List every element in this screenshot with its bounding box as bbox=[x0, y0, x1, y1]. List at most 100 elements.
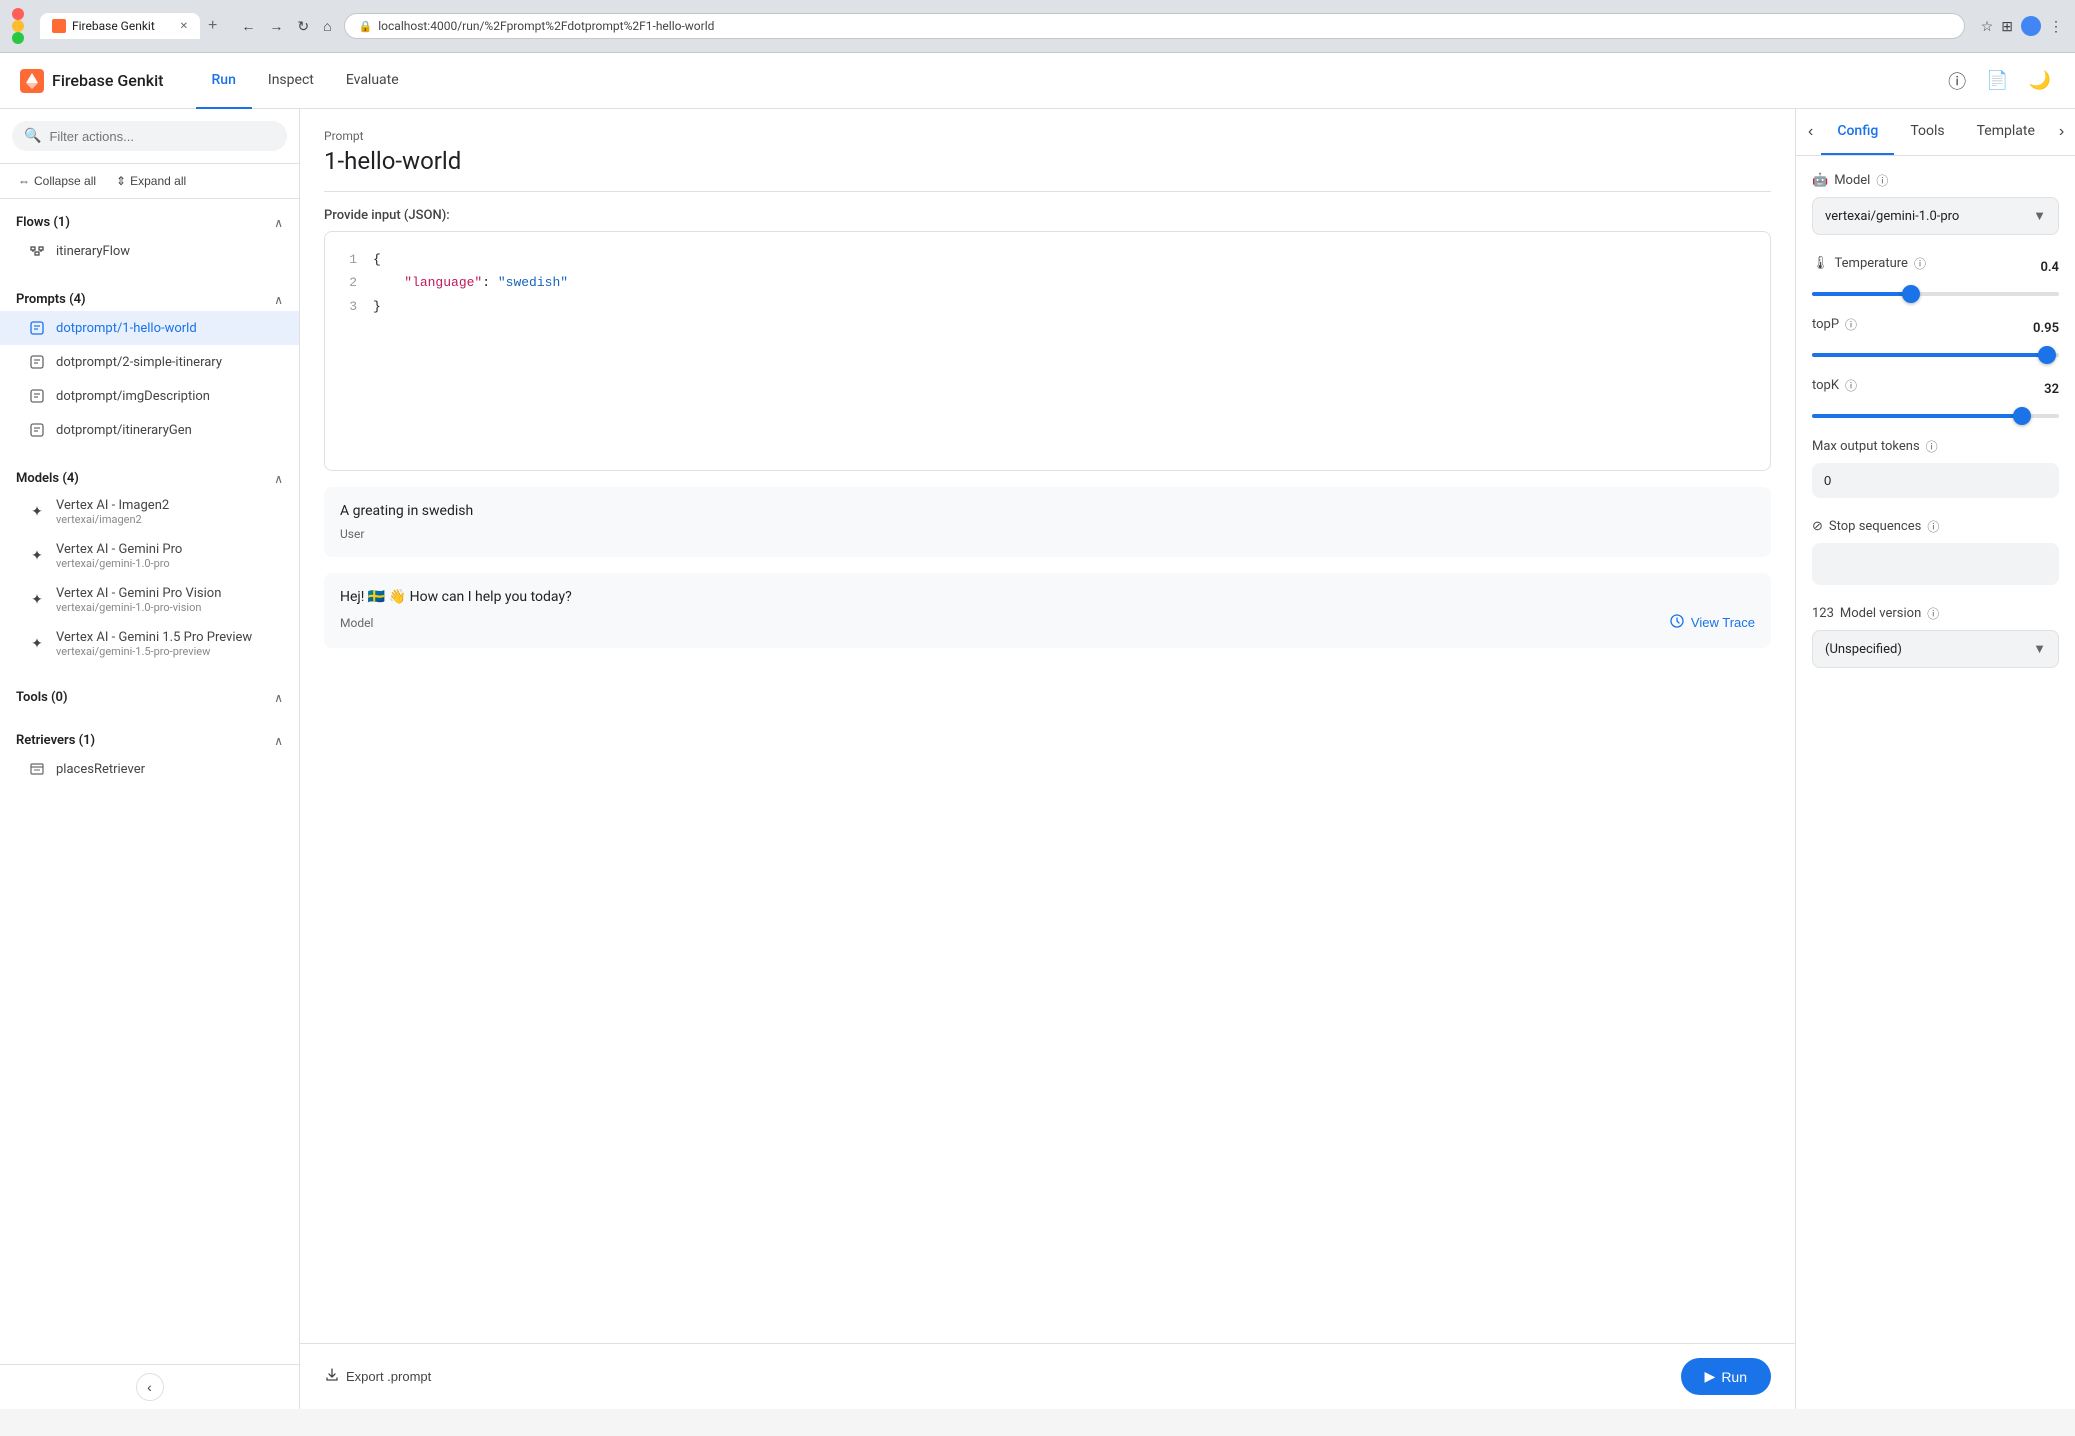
sidebar-collapse-button[interactable]: ‹ bbox=[136, 1373, 164, 1401]
max-tokens-info-icon[interactable]: ⓘ bbox=[1926, 438, 1938, 455]
models-section-header[interactable]: Models (4) ∧ bbox=[0, 463, 299, 490]
topk-info-icon[interactable]: ⓘ bbox=[1845, 377, 1857, 394]
app-header: Firebase Genkit Run Inspect Evaluate ⓘ 📄… bbox=[0, 53, 2075, 109]
sidebar-item-gemini15[interactable]: ✦ Vertex AI - Gemini 1.5 Pro Preview ver… bbox=[0, 622, 299, 666]
star-button[interactable]: ☆ bbox=[1981, 18, 1994, 35]
model-config-label: 🤖 Model ⓘ bbox=[1812, 172, 2059, 189]
sidebar-item-imagen2[interactable]: ✦ Vertex AI - Imagen2 vertexai/imagen2 bbox=[0, 490, 299, 534]
run-button[interactable]: ▶ Run bbox=[1681, 1358, 1771, 1395]
back-button[interactable]: ← bbox=[237, 14, 259, 38]
browser-tab[interactable]: Firebase Genkit ✕ bbox=[40, 13, 200, 39]
tools-section-header[interactable]: Tools (0) ∧ bbox=[0, 682, 299, 709]
topk-label: topK ⓘ bbox=[1812, 377, 1857, 394]
app: Firebase Genkit Run Inspect Evaluate ⓘ 📄… bbox=[0, 53, 2075, 1409]
search-input[interactable] bbox=[49, 129, 275, 144]
view-trace-button[interactable]: View Trace bbox=[1669, 613, 1755, 632]
sidebar-item-placesretriever[interactable]: placesRetriever bbox=[0, 752, 299, 786]
trace-icon bbox=[1669, 613, 1685, 632]
stop-seq-info-icon[interactable]: ⓘ bbox=[1927, 518, 1939, 535]
max-tokens-input[interactable] bbox=[1812, 463, 2059, 498]
stop-sequences-input[interactable] bbox=[1812, 543, 2059, 585]
topp-slider-thumb[interactable] bbox=[2038, 346, 2056, 364]
tab-template[interactable]: Template bbox=[1961, 109, 2051, 155]
model-version-select[interactable]: (Unspecified) ▼ bbox=[1812, 630, 2059, 668]
flow-icon bbox=[28, 242, 46, 260]
model-select-value: vertexai/gemini-1.0-pro bbox=[1825, 209, 1959, 224]
right-panel: ‹ Config Tools Template › 🤖 Model ⓘ vert… bbox=[1795, 109, 2075, 1409]
stop-seq-icon: ⊘ bbox=[1812, 519, 1823, 534]
model-icon-3: ✦ bbox=[28, 591, 46, 609]
url-bar[interactable]: 🔒 localhost:4000/run/%2Fprompt%2Fdotprom… bbox=[344, 13, 1965, 39]
json-editor[interactable]: 1 { 2 "language": "swedish" 3 } bbox=[324, 231, 1771, 471]
sidebar-item-imgdesc[interactable]: dotprompt/imgDescription bbox=[0, 379, 299, 413]
flows-section-header[interactable]: Flows (1) ∧ bbox=[0, 207, 299, 234]
search-wrap: 🔍 bbox=[12, 121, 287, 151]
model-name-4: Vertex AI - Gemini 1.5 Pro Preview bbox=[56, 630, 252, 645]
user-avatar[interactable] bbox=[2021, 16, 2041, 36]
topp-info-icon[interactable]: ⓘ bbox=[1845, 316, 1857, 333]
flows-chevron: ∧ bbox=[274, 216, 283, 230]
prompt-icon-3 bbox=[28, 387, 46, 405]
user-message-box: A greating in swedish User bbox=[324, 487, 1771, 557]
sidebar-item-dotprompt1[interactable]: dotprompt/1-hello-world bbox=[0, 311, 299, 345]
sidebar-item-geminipro[interactable]: ✦ Vertex AI - Gemini Pro vertexai/gemini… bbox=[0, 534, 299, 578]
sidebar-item-itinerarygen[interactable]: dotprompt/itineraryGen bbox=[0, 413, 299, 447]
theme-button[interactable]: 🌙 bbox=[2025, 66, 2055, 95]
panel-content: 🤖 Model ⓘ vertexai/gemini-1.0-pro ▼ 🌡 bbox=[1796, 156, 2075, 704]
sidebar-footer: ‹ bbox=[0, 1364, 299, 1409]
max-tokens-label: Max output tokens ⓘ bbox=[1812, 438, 2059, 455]
model-icon-4: ✦ bbox=[28, 635, 46, 653]
new-tab-button[interactable]: + bbox=[204, 17, 221, 35]
export-button[interactable]: Export .prompt bbox=[324, 1367, 431, 1386]
docs-button[interactable]: 📄 bbox=[1982, 66, 2012, 95]
view-trace-label: View Trace bbox=[1691, 615, 1755, 630]
browser-menu-button[interactable]: ⋮ bbox=[2049, 18, 2063, 35]
panel-tab-prev[interactable]: ‹ bbox=[1800, 115, 1821, 149]
model-config-row: 🤖 Model ⓘ vertexai/gemini-1.0-pro ▼ bbox=[1812, 172, 2059, 235]
tab-config[interactable]: Config bbox=[1821, 109, 1894, 155]
model-sub-3: vertexai/gemini-1.0-pro-vision bbox=[56, 601, 221, 614]
forward-button[interactable]: → bbox=[265, 14, 287, 38]
topp-label: topP ⓘ bbox=[1812, 316, 1857, 333]
flows-title: Flows (1) bbox=[16, 215, 70, 230]
json-brace-close: } bbox=[373, 295, 381, 318]
maximize-dot[interactable] bbox=[12, 32, 24, 44]
model-select[interactable]: vertexai/gemini-1.0-pro ▼ bbox=[1812, 197, 2059, 235]
sidebar-item-geminiprovision[interactable]: ✦ Vertex AI - Gemini Pro Vision vertexai… bbox=[0, 578, 299, 622]
sidebar-search: 🔍 bbox=[0, 109, 299, 164]
collapse-all-button[interactable]: ⇔ Collapse all bbox=[12, 170, 102, 192]
tab-close-icon[interactable]: ✕ bbox=[180, 21, 188, 32]
nav-inspect[interactable]: Inspect bbox=[252, 53, 330, 109]
sidebar-item-dotprompt2[interactable]: dotprompt/2-simple-itinerary bbox=[0, 345, 299, 379]
nav-run[interactable]: Run bbox=[196, 53, 252, 109]
nav-evaluate[interactable]: Evaluate bbox=[330, 53, 415, 109]
topk-slider-thumb[interactable] bbox=[2013, 407, 2031, 425]
model-info-icon[interactable]: ⓘ bbox=[1876, 172, 1888, 189]
close-dot[interactable] bbox=[12, 8, 24, 20]
expand-all-button[interactable]: ⇕ Expand all bbox=[110, 170, 192, 192]
topp-header: topP ⓘ 0.95 bbox=[1812, 316, 2059, 341]
model-version-label: 123 Model version ⓘ bbox=[1812, 605, 2059, 622]
sidebar-item-itineraryFlow[interactable]: itineraryFlow bbox=[0, 234, 299, 268]
refresh-button[interactable]: ↻ bbox=[293, 14, 313, 39]
temperature-slider-thumb[interactable] bbox=[1902, 285, 1920, 303]
tab-tools[interactable]: Tools bbox=[1894, 109, 1960, 155]
temp-info-icon[interactable]: ⓘ bbox=[1914, 255, 1926, 272]
retrievers-section-header[interactable]: Retrievers (1) ∧ bbox=[0, 725, 299, 752]
json-key-language: "language": "swedish" bbox=[373, 271, 568, 294]
panel-tab-next[interactable]: › bbox=[2051, 115, 2072, 149]
json-line-1: 1 { bbox=[341, 248, 1754, 271]
info-button[interactable]: ⓘ bbox=[1944, 64, 1970, 98]
prompt-title: 1-hello-world bbox=[324, 147, 1771, 192]
model-ver-info-icon[interactable]: ⓘ bbox=[1927, 605, 1939, 622]
minimize-dot[interactable] bbox=[12, 20, 24, 32]
model-message-text: Hej! 🇸🇪 👋 How can I help you today? bbox=[340, 589, 1755, 605]
topk-slider-track bbox=[1812, 414, 2059, 418]
search-icon: 🔍 bbox=[24, 128, 41, 144]
header-right: ⓘ 📄 🌙 bbox=[1944, 64, 2055, 98]
extensions-button[interactable]: ⊞ bbox=[2001, 18, 2013, 35]
home-button[interactable]: ⌂ bbox=[319, 14, 335, 38]
stop-seq-label-text: Stop sequences bbox=[1829, 519, 1921, 534]
input-section-label: Provide input (JSON): bbox=[324, 208, 1771, 223]
prompts-section-header[interactable]: Prompts (4) ∧ bbox=[0, 284, 299, 311]
